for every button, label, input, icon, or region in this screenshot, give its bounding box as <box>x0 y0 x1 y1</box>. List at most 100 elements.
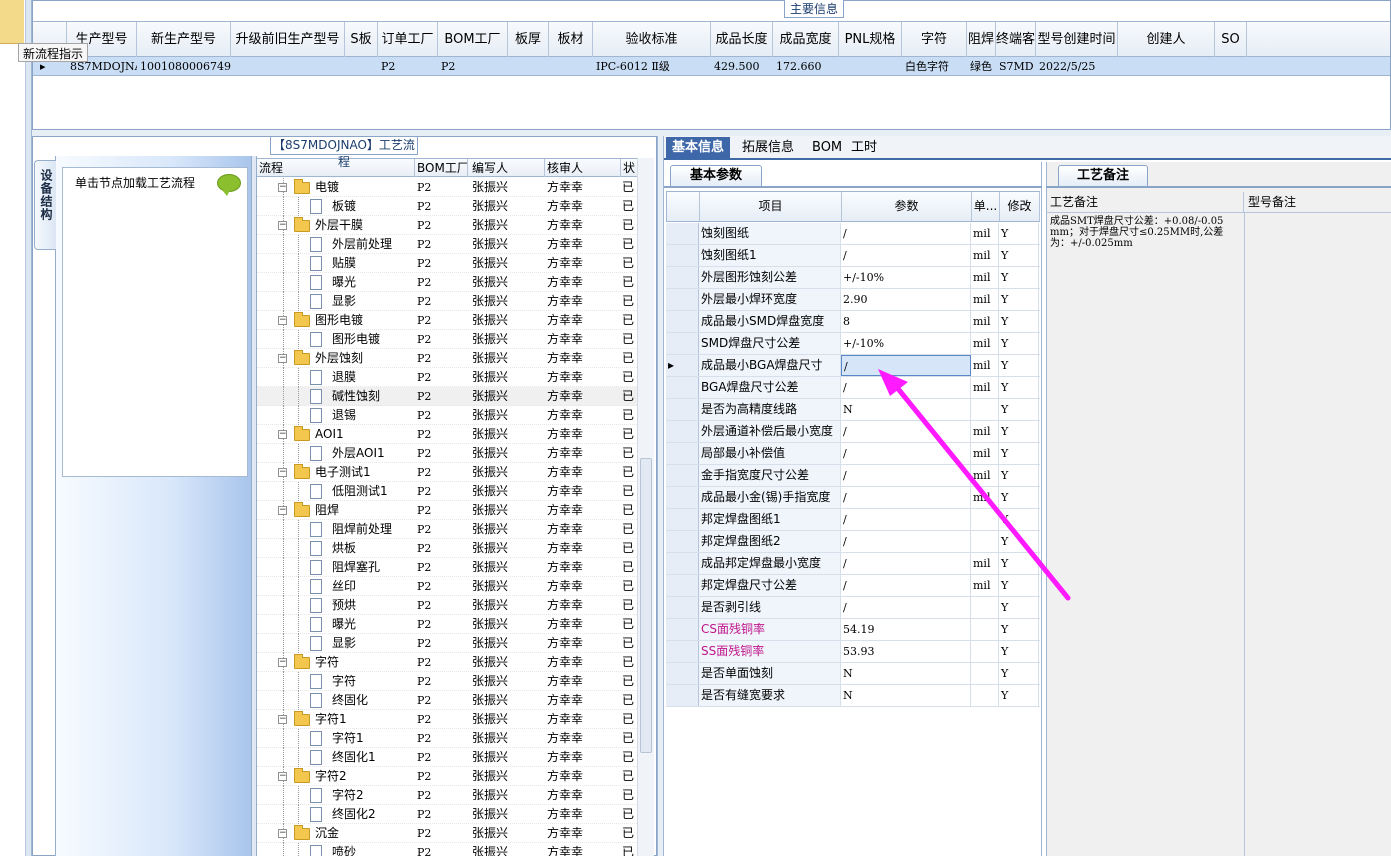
param-row[interactable]: 成品最小SMD焊盘宽度 8 mil Y <box>666 311 1040 333</box>
param-col-1[interactable]: 参数 <box>842 192 972 221</box>
collapse-toggle-icon[interactable]: − <box>278 221 287 230</box>
tree-row[interactable]: 字符1 P2 张振兴 方幸幸 已 <box>257 729 637 748</box>
param-value[interactable]: N <box>841 685 971 706</box>
param-modify[interactable]: Y <box>999 377 1039 398</box>
param-value[interactable]: +/-10% <box>841 333 971 354</box>
param-value[interactable]: / <box>841 465 971 486</box>
tree-row[interactable]: 贴膜 P2 张振兴 方幸幸 已 <box>257 254 637 273</box>
param-modify[interactable]: Y <box>999 333 1039 354</box>
tree-row[interactable]: 阻焊塞孔 P2 张振兴 方幸幸 已 <box>257 558 637 577</box>
param-modify[interactable]: Y <box>999 399 1039 420</box>
param-modify[interactable]: Y <box>999 531 1039 552</box>
col-header-5[interactable]: BOM工厂 <box>438 22 508 57</box>
col-header-12[interactable]: 字符 <box>902 22 967 57</box>
col-header-15[interactable]: 型号创建时间 <box>1036 22 1118 57</box>
cell-9[interactable]: 429.500 <box>711 57 773 76</box>
param-row[interactable]: 是否单面蚀刻 N Y <box>666 663 1040 685</box>
tree-row[interactable]: 喷砂 P2 张振兴 方幸幸 已 <box>257 843 637 856</box>
col-header-17[interactable]: SO <box>1215 22 1247 57</box>
cell-13[interactable]: 绿色 <box>967 57 996 76</box>
param-value[interactable]: / <box>841 575 971 596</box>
param-modify[interactable]: Y <box>999 443 1039 464</box>
tree-folder-row[interactable]: − 沉金 P2 张振兴 方幸幸 已 <box>257 824 637 843</box>
param-row[interactable]: 邦定焊盘尺寸公差 / mil Y <box>666 575 1040 597</box>
main-info-row[interactable]: ▸8S7MDOJNAO10010800067491P2P2IPC-6012 Ⅱ级… <box>33 57 1390 76</box>
param-modify[interactable]: Y <box>999 421 1039 442</box>
param-row[interactable]: 金手指宽度尺寸公差 / mil Y <box>666 465 1040 487</box>
col-header-7[interactable]: 板材 <box>549 22 593 57</box>
param-row[interactable]: 邦定焊盘图纸1/ Y <box>666 509 1040 531</box>
param-col-3[interactable]: 修改 <box>1000 192 1040 221</box>
param-modify[interactable]: Y <box>999 355 1039 376</box>
tree-row[interactable]: 阻焊前处理 P2 张振兴 方幸幸 已 <box>257 520 637 539</box>
param-modify[interactable]: Y <box>999 465 1039 486</box>
param-value[interactable]: / <box>841 355 971 376</box>
col-header-6[interactable]: 板厚 <box>508 22 549 57</box>
tree-folder-row[interactable]: − 字符1 P2 张振兴 方幸幸 已 <box>257 710 637 729</box>
tree-row[interactable]: 显影 P2 张振兴 方幸幸 已 <box>257 634 637 653</box>
tree-folder-row[interactable]: − 外层蚀刻 P2 张振兴 方幸幸 已 <box>257 349 637 368</box>
param-value[interactable]: N <box>841 663 971 684</box>
cell-6[interactable] <box>508 57 549 76</box>
param-value[interactable]: / <box>841 377 971 398</box>
param-value[interactable]: / <box>841 421 971 442</box>
tree-col-2[interactable]: 编写人 <box>470 159 545 177</box>
process-note-text[interactable]: 成品SMT焊盘尺寸公差：+0.08/-0.05mm；对于焊盘尺寸≤0.25MM时… <box>1048 214 1231 856</box>
collapse-toggle-icon[interactable]: − <box>278 715 287 724</box>
middle-splitter[interactable] <box>657 136 664 856</box>
param-value[interactable]: / <box>841 223 971 244</box>
tree-row[interactable]: 外层前处理 P2 张振兴 方幸幸 已 <box>257 235 637 254</box>
param-row[interactable]: 外层图形蚀刻公差 +/-10% mil Y <box>666 267 1040 289</box>
tree-row[interactable]: 图形电镀 P2 张振兴 方幸幸 已 <box>257 330 637 349</box>
param-value[interactable]: / <box>841 487 971 508</box>
cell-3[interactable] <box>345 57 378 76</box>
tree-row[interactable]: 显影 P2 张振兴 方幸幸 已 <box>257 292 637 311</box>
tree-row[interactable]: 曝光 P2 张振兴 方幸幸 已 <box>257 273 637 292</box>
tree-row[interactable]: 退膜 P2 张振兴 方幸幸 已 <box>257 368 637 387</box>
param-row[interactable]: 是否剥引线 / Y <box>666 597 1040 619</box>
tree-row[interactable]: 曝光 P2 张振兴 方幸幸 已 <box>257 615 637 634</box>
param-row[interactable]: CS面残铜率 54.19 Y <box>666 619 1040 641</box>
tree-folder-row[interactable]: − AOI1 P2 张振兴 方幸幸 已 <box>257 425 637 444</box>
param-value[interactable]: N <box>841 399 971 420</box>
col-header-1[interactable]: 新生产型号 <box>137 22 231 57</box>
param-value[interactable]: 53.93 <box>841 641 971 662</box>
cell-10[interactable]: 172.660 <box>773 57 839 76</box>
tree-folder-row[interactable]: − 外层干膜 P2 张振兴 方幸幸 已 <box>257 216 637 235</box>
param-value[interactable]: / <box>841 509 971 530</box>
cell-14[interactable]: S7MD <box>996 57 1036 76</box>
collapse-toggle-icon[interactable]: − <box>278 354 287 363</box>
param-modify[interactable]: Y <box>999 223 1039 244</box>
tree-row[interactable]: 终固化 P2 张振兴 方幸幸 已 <box>257 691 637 710</box>
param-modify[interactable]: Y <box>999 245 1039 266</box>
param-modify[interactable]: Y <box>999 267 1039 288</box>
collapse-toggle-icon[interactable]: − <box>278 468 287 477</box>
tab-3[interactable]: 工时 <box>845 137 883 159</box>
param-row[interactable]: 局部最小补偿值 / mil Y <box>666 443 1040 465</box>
param-row[interactable]: 外层最小焊环宽度 2.90 mil Y <box>666 289 1040 311</box>
cell-16[interactable] <box>1118 57 1215 76</box>
tree-row[interactable]: 终固化2 P2 张振兴 方幸幸 已 <box>257 805 637 824</box>
param-row[interactable]: 邦定焊盘图纸2/ Y <box>666 531 1040 553</box>
param-row[interactable]: 是否为高精度线路 N Y <box>666 399 1040 421</box>
tree-scrollbar[interactable] <box>637 158 654 856</box>
param-row[interactable]: 成品最小金(锡)手指宽度 / mil Y <box>666 487 1040 509</box>
tab-process-notes[interactable]: 工艺备注 <box>1058 165 1148 187</box>
tree-row[interactable]: 板镀 P2 张振兴 方幸幸 已 <box>257 197 637 216</box>
col-header-10[interactable]: 成品宽度 <box>773 22 839 57</box>
tree-row[interactable]: 退锡 P2 张振兴 方幸幸 已 <box>257 406 637 425</box>
tree-col-0[interactable]: 流程 <box>257 159 415 177</box>
tree-col-1[interactable]: BOM工厂 <box>415 159 468 177</box>
param-row[interactable]: SS面残铜率 53.93 Y <box>666 641 1040 663</box>
param-row[interactable]: 外层通道补偿后最小宽度 / mil Y <box>666 421 1040 443</box>
tab-1[interactable]: 拓展信息 <box>736 137 800 159</box>
cell-5[interactable]: P2 <box>438 57 508 76</box>
param-modify[interactable]: Y <box>999 575 1039 596</box>
param-value[interactable]: 8 <box>841 311 971 332</box>
param-row[interactable]: 蚀刻图纸 / mil Y <box>666 223 1040 245</box>
tree-col-3[interactable]: 核审人 <box>545 159 621 177</box>
param-row[interactable]: 是否有缝宽要求 N Y <box>666 685 1040 707</box>
param-value[interactable]: / <box>841 553 971 574</box>
load-flow-box[interactable]: 单击节点加载工艺流程 <box>62 167 248 477</box>
param-value[interactable]: / <box>841 443 971 464</box>
